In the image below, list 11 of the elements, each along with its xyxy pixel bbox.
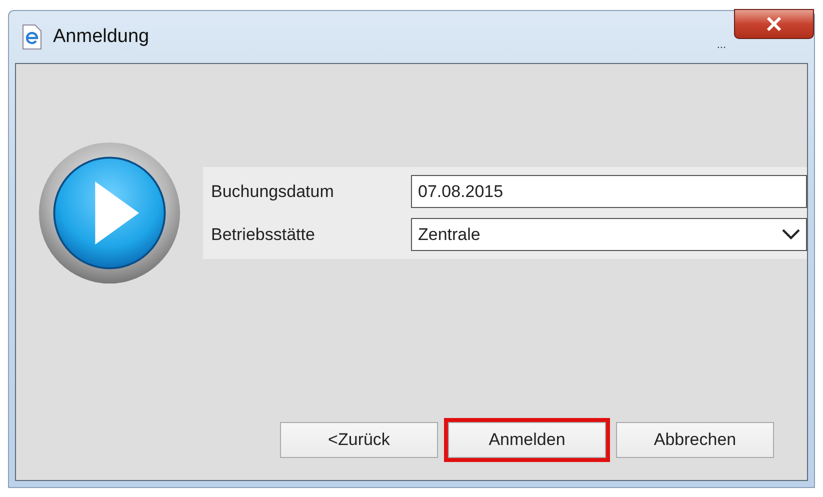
window-title: Anmeldung [53,26,150,48]
date-field[interactable]: 07.08.2015 [411,175,807,208]
chevron-down-icon [782,229,800,240]
title-ellipsis: ... [716,39,726,53]
close-icon [766,17,782,31]
dropdown-field[interactable]: Zentrale [411,218,807,251]
field-label: Betriebsstätte [211,224,316,244]
dialog-button[interactable]: <Zurück [280,422,438,458]
field-label: Buchungsdatum [211,182,335,202]
close-button[interactable] [734,9,814,39]
dialog-button[interactable]: Abbrechen [616,422,774,458]
